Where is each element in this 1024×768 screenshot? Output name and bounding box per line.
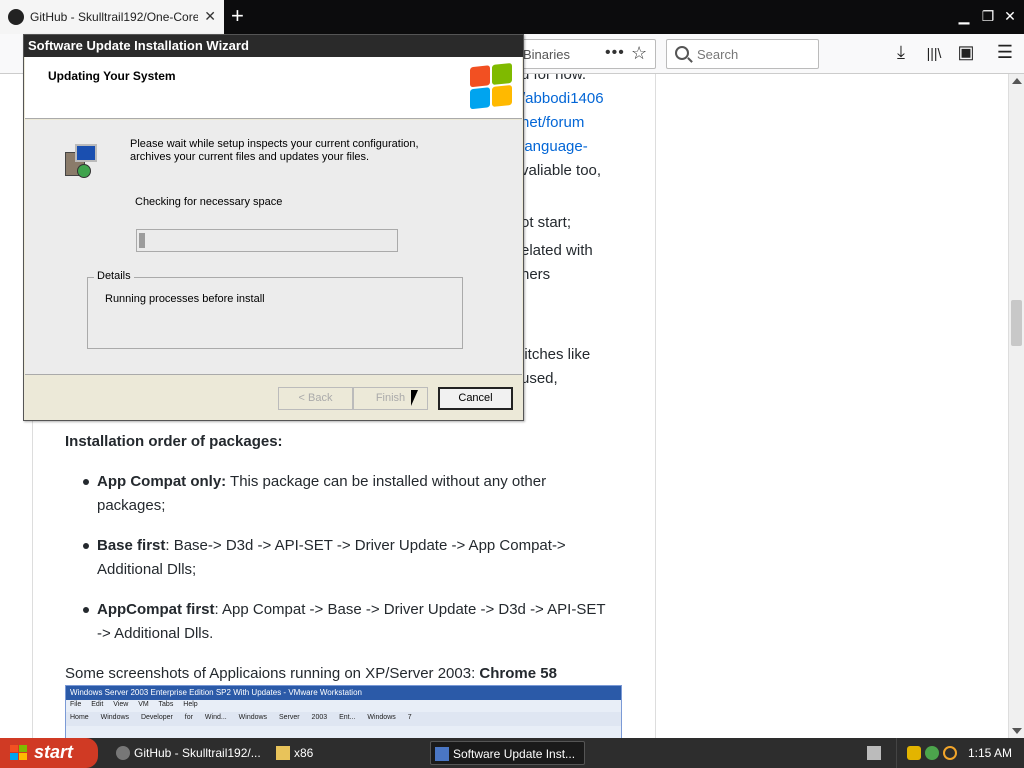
embedded-screenshot[interactable]: Windows Server 2003 Enterprise Edition S… xyxy=(65,685,622,738)
start-button[interactable]: start xyxy=(0,738,98,768)
list-item-text: : Base-> D3d -> API-SET -> Driver Update… xyxy=(97,537,566,578)
new-tab-button[interactable]: + xyxy=(231,4,244,28)
tab-title: GitHub - Skulltrail192/One-Core-API xyxy=(30,10,198,24)
list-item: Base first: Base-> D3d -> API-SET -> Dri… xyxy=(97,534,609,582)
list-item-title: AppCompat first xyxy=(97,601,215,618)
taskbar: start GitHub - Skulltrail192/... x86 Sof… xyxy=(0,738,1024,768)
minimize-button[interactable]: ▁ xyxy=(954,5,974,27)
article-link-fragment[interactable]: /abbodi1406 xyxy=(521,90,604,107)
bullet-dot xyxy=(83,607,89,613)
scroll-down-icon[interactable] xyxy=(1012,728,1022,734)
wizard-header-title: Updating Your System xyxy=(48,69,176,83)
windows-flag-icon xyxy=(10,745,28,761)
article-fragment: elated with xyxy=(521,242,593,259)
back-button[interactable]: < Back xyxy=(278,387,353,410)
wizard-header: Updating Your System xyxy=(25,57,522,119)
install-order-heading: Installation order of packages: xyxy=(65,433,283,450)
article-fragment: hers xyxy=(521,266,551,283)
screenshots-text: Some screenshots of Applicaions running … xyxy=(65,665,480,682)
article-link-fragment[interactable]: net/forum xyxy=(521,114,584,131)
bullet-dot xyxy=(83,543,89,549)
list-item-title: Base first xyxy=(97,537,166,554)
clock: 1:15 AM xyxy=(968,746,1013,760)
setup-icon xyxy=(435,747,449,761)
screenshot-tabs: Home Windows Developer for Wind... Windo… xyxy=(66,712,621,726)
article-fragment: valiable too, xyxy=(521,162,602,179)
scroll-up-icon[interactable] xyxy=(1012,78,1022,84)
folder-icon xyxy=(276,746,290,760)
progress-fill xyxy=(139,233,145,248)
setup-computer-icon xyxy=(65,144,97,178)
screenshot-titlebar: Windows Server 2003 Enterprise Edition S… xyxy=(66,686,621,700)
search-input[interactable]: Search xyxy=(666,39,819,69)
details-groupbox: Details Running processes before install xyxy=(87,270,463,349)
close-window-button[interactable]: ✕ xyxy=(1000,5,1020,27)
download-icon[interactable]: ⤓ xyxy=(890,42,912,63)
article-fragment: used, xyxy=(521,370,558,387)
sidebar-icon[interactable]: ▣ xyxy=(955,42,977,63)
taskbar-item-wizard[interactable]: Software Update Inst... xyxy=(430,741,585,765)
menu-icon[interactable]: ☰ xyxy=(994,42,1016,63)
article-fragment: litches like xyxy=(521,346,591,363)
install-progress-bar xyxy=(136,229,398,252)
taskbar-item-browser[interactable]: GitHub - Skulltrail192/... xyxy=(112,741,264,765)
list-item: App Compat only: This package can be ins… xyxy=(97,470,609,518)
github-icon xyxy=(8,9,24,25)
vertical-scrollbar[interactable] xyxy=(1008,74,1024,738)
screenshot-menu: File Edit View VM Tabs Help xyxy=(70,701,198,708)
taskbar-item-label: x86 xyxy=(294,746,314,760)
keyboard-icon[interactable] xyxy=(867,746,881,760)
wizard-title[interactable]: Software Update Installation Wizard xyxy=(24,35,523,57)
search-icon xyxy=(675,46,689,60)
mouse-cursor-icon xyxy=(411,390,418,406)
taskbar-item-label: GitHub - Skulltrail192/... xyxy=(134,746,261,760)
bookmark-star-icon[interactable]: ☆ xyxy=(631,43,647,64)
article-fragment: ot start; xyxy=(521,214,572,231)
restore-button[interactable]: ❐ xyxy=(978,5,998,27)
article-fragment: d for now. xyxy=(521,74,587,83)
library-icon[interactable]: |||\ xyxy=(923,45,945,61)
wizard-intro-text: Please wait while setup inspects your cu… xyxy=(130,138,419,163)
start-label: start xyxy=(34,742,74,762)
taskbar-item-folder[interactable]: x86 xyxy=(272,741,422,765)
update-wizard-dialog: Software Update Installation Wizard Upda… xyxy=(23,34,524,421)
network-icon[interactable] xyxy=(925,746,939,760)
bullet-dot xyxy=(83,479,89,485)
screenshots-paragraph: Some screenshots of Applicaions running … xyxy=(65,662,625,686)
url-text: Binaries xyxy=(523,47,570,62)
wizard-body: Please wait while setup inspects your cu… xyxy=(25,120,522,374)
list-item: AppCompat first: App Compat -> Base -> D… xyxy=(97,598,609,646)
browser-icon xyxy=(116,746,130,760)
taskbar-item-label: Software Update Inst... xyxy=(453,747,576,761)
browser-tab-bar: GitHub - Skulltrail192/One-Core-API ✕ + … xyxy=(0,0,1024,34)
wizard-footer: < Back Finish Cancel xyxy=(25,374,522,420)
list-item-title: App Compat only: xyxy=(97,473,227,490)
search-tray-icon[interactable] xyxy=(943,746,957,760)
details-text: Running processes before install xyxy=(105,293,265,305)
article-link-fragment[interactable]: language- xyxy=(521,138,588,155)
search-placeholder: Search xyxy=(697,47,739,62)
security-shield-icon[interactable] xyxy=(907,746,921,760)
cancel-button[interactable]: Cancel xyxy=(438,387,513,410)
screenshots-bold: Chrome 58 xyxy=(479,665,557,682)
browser-tab-github[interactable]: GitHub - Skulltrail192/One-Core-API ✕ xyxy=(0,0,224,34)
wizard-status-text: Checking for necessary space xyxy=(135,196,283,208)
windows-logo-icon xyxy=(470,62,514,112)
tab-close-icon[interactable]: ✕ xyxy=(204,8,216,25)
scroll-thumb[interactable] xyxy=(1011,300,1022,346)
details-legend: Details xyxy=(94,270,134,282)
page-actions-icon[interactable]: ••• xyxy=(605,44,625,62)
